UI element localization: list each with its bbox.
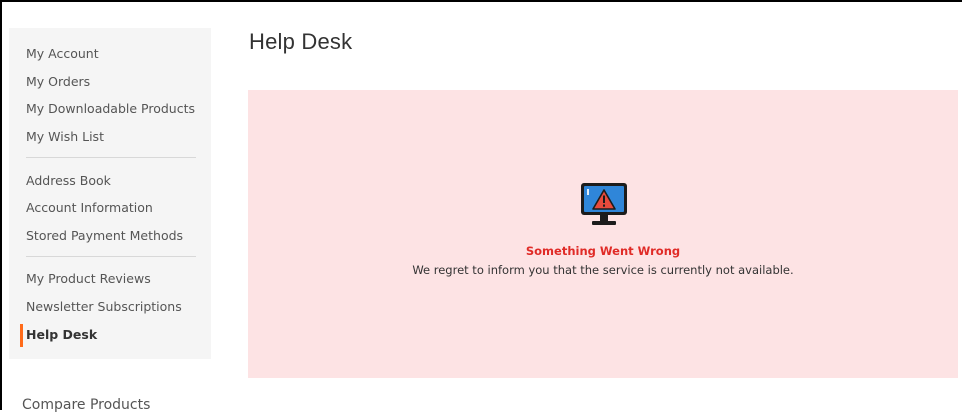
error-panel <box>248 90 958 378</box>
sidebar-item-my-downloadable-products[interactable]: My Downloadable Products <box>26 101 195 116</box>
sidebar-item-my-product-reviews[interactable]: My Product Reviews <box>26 271 151 286</box>
sidebar-divider <box>26 256 196 257</box>
sidebar-item-my-orders[interactable]: My Orders <box>26 74 90 89</box>
sidebar-item-stored-payment-methods[interactable]: Stored Payment Methods <box>26 228 183 243</box>
compare-products-title: Compare Products <box>22 397 151 413</box>
error-title: Something Went Wrong <box>525 244 681 258</box>
page-title: Help Desk <box>249 29 353 54</box>
sidebar-item-my-account[interactable]: My Account <box>26 46 99 61</box>
error-message: We regret to inform you that the service… <box>412 263 794 277</box>
sidebar-item-address-book[interactable]: Address Book <box>26 173 111 188</box>
sidebar-item-my-wish-list[interactable]: My Wish List <box>26 129 104 144</box>
active-indicator <box>20 324 23 347</box>
sidebar-item-help-desk[interactable]: Help Desk <box>26 327 97 342</box>
sidebar-item-newsletter-subscriptions[interactable]: Newsletter Subscriptions <box>26 299 182 314</box>
monitor-warning-icon <box>581 183 627 225</box>
sidebar-divider <box>26 157 196 158</box>
sidebar-item-account-information[interactable]: Account Information <box>26 200 153 215</box>
